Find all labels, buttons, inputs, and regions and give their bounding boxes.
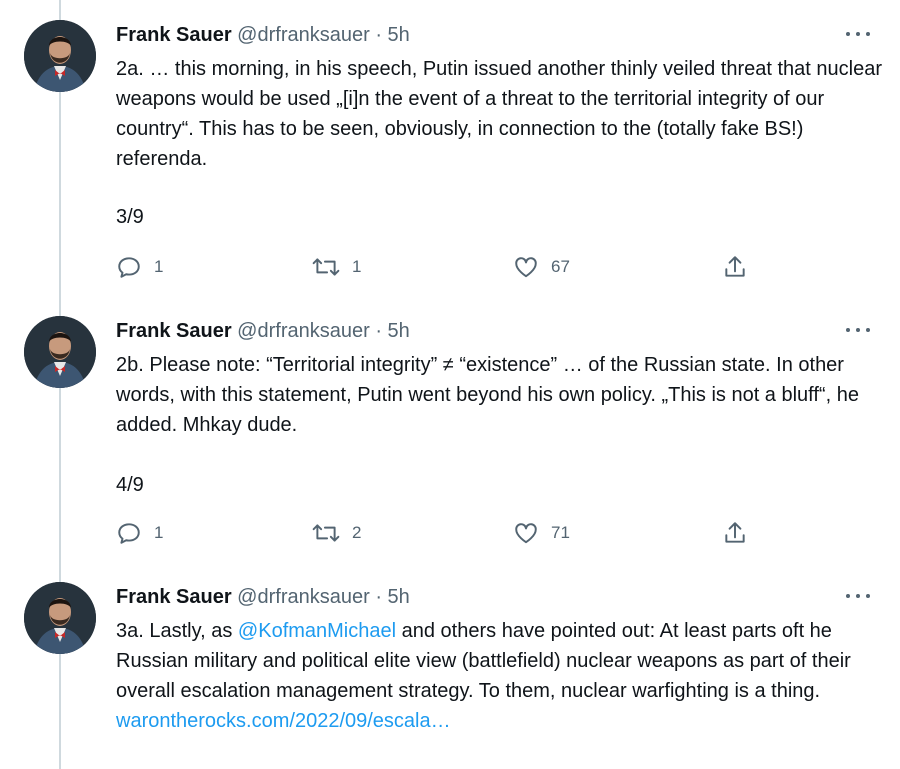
tweet-body: 2a. … this morning, in his speech, Putin… xyxy=(116,58,882,170)
like-button[interactable]: 71 xyxy=(513,518,570,548)
more-icon[interactable] xyxy=(846,24,870,44)
reply-count: 1 xyxy=(154,257,164,276)
like-count: 71 xyxy=(551,523,570,542)
reply-icon xyxy=(116,520,142,546)
tweet[interactable]: Frank Sauer @drfranksauer · 5h 2b. Pleas… xyxy=(0,296,900,562)
author-name[interactable]: Frank Sauer xyxy=(116,24,232,46)
external-link[interactable]: warontherocks.com/2022/09/escala… xyxy=(116,710,451,732)
heart-icon xyxy=(513,254,539,280)
author-handle[interactable]: @drfranksauer xyxy=(237,24,370,46)
author-name[interactable]: Frank Sauer xyxy=(116,320,232,342)
retweet-count: 1 xyxy=(352,257,362,276)
tweet-body: 2b. Please note: “Territorial integrity”… xyxy=(116,354,859,436)
like-button[interactable]: 67 xyxy=(513,252,570,282)
retweet-icon xyxy=(312,254,340,280)
thread-count: 3/9 xyxy=(116,206,144,228)
separator: · xyxy=(375,320,382,342)
reply-count: 1 xyxy=(154,523,164,542)
author-handle[interactable]: @drfranksauer xyxy=(237,586,370,608)
author-handle[interactable]: @drfranksauer xyxy=(237,320,370,342)
tweet-text: 3a. Lastly, as @KofmanMichael and others… xyxy=(116,616,886,736)
timestamp[interactable]: 5h xyxy=(388,586,410,608)
tweet-body: 3a. Lastly, as @KofmanMichael and others… xyxy=(116,616,886,706)
separator: · xyxy=(375,586,382,608)
tweet-text: 2b. Please note: “Territorial integrity”… xyxy=(116,350,886,440)
heart-icon xyxy=(513,520,539,546)
tweet-header: Frank Sauer @drfranksauer · 5h xyxy=(116,22,410,48)
share-button[interactable] xyxy=(722,518,748,548)
tweet-text-segment: 3a. Lastly, as xyxy=(116,620,238,642)
retweet-button[interactable]: 1 xyxy=(312,252,361,282)
tweet[interactable]: Frank Sauer @drfranksauer · 5h 2a. … thi… xyxy=(0,0,900,296)
reply-icon xyxy=(116,254,142,280)
tweet[interactable]: Frank Sauer @drfranksauer · 5h 3a. Lastl… xyxy=(0,562,900,769)
retweet-count: 2 xyxy=(352,523,362,542)
mention-link[interactable]: @KofmanMichael xyxy=(238,620,396,642)
share-button[interactable] xyxy=(722,252,748,282)
share-icon xyxy=(722,520,748,546)
avatar[interactable] xyxy=(24,20,96,92)
action-bar: 1 2 71 xyxy=(116,518,776,548)
avatar[interactable] xyxy=(24,582,96,654)
tweet-header: Frank Sauer @drfranksauer · 5h xyxy=(116,318,410,344)
retweet-icon xyxy=(312,520,340,546)
more-icon[interactable] xyxy=(846,320,870,340)
reply-button[interactable]: 1 xyxy=(116,518,163,548)
author-name[interactable]: Frank Sauer xyxy=(116,586,232,608)
more-icon[interactable] xyxy=(846,586,870,606)
action-bar: 1 1 67 xyxy=(116,252,776,282)
reply-button[interactable]: 1 xyxy=(116,252,163,282)
retweet-button[interactable]: 2 xyxy=(312,518,361,548)
tweet-text: 2a. … this morning, in his speech, Putin… xyxy=(116,54,886,174)
avatar[interactable] xyxy=(24,316,96,388)
tweet-header: Frank Sauer @drfranksauer · 5h xyxy=(116,584,410,610)
timestamp[interactable]: 5h xyxy=(388,320,410,342)
like-count: 67 xyxy=(551,257,570,276)
thread-count: 4/9 xyxy=(116,474,144,496)
share-icon xyxy=(722,254,748,280)
separator: · xyxy=(375,24,382,46)
timestamp[interactable]: 5h xyxy=(388,24,410,46)
